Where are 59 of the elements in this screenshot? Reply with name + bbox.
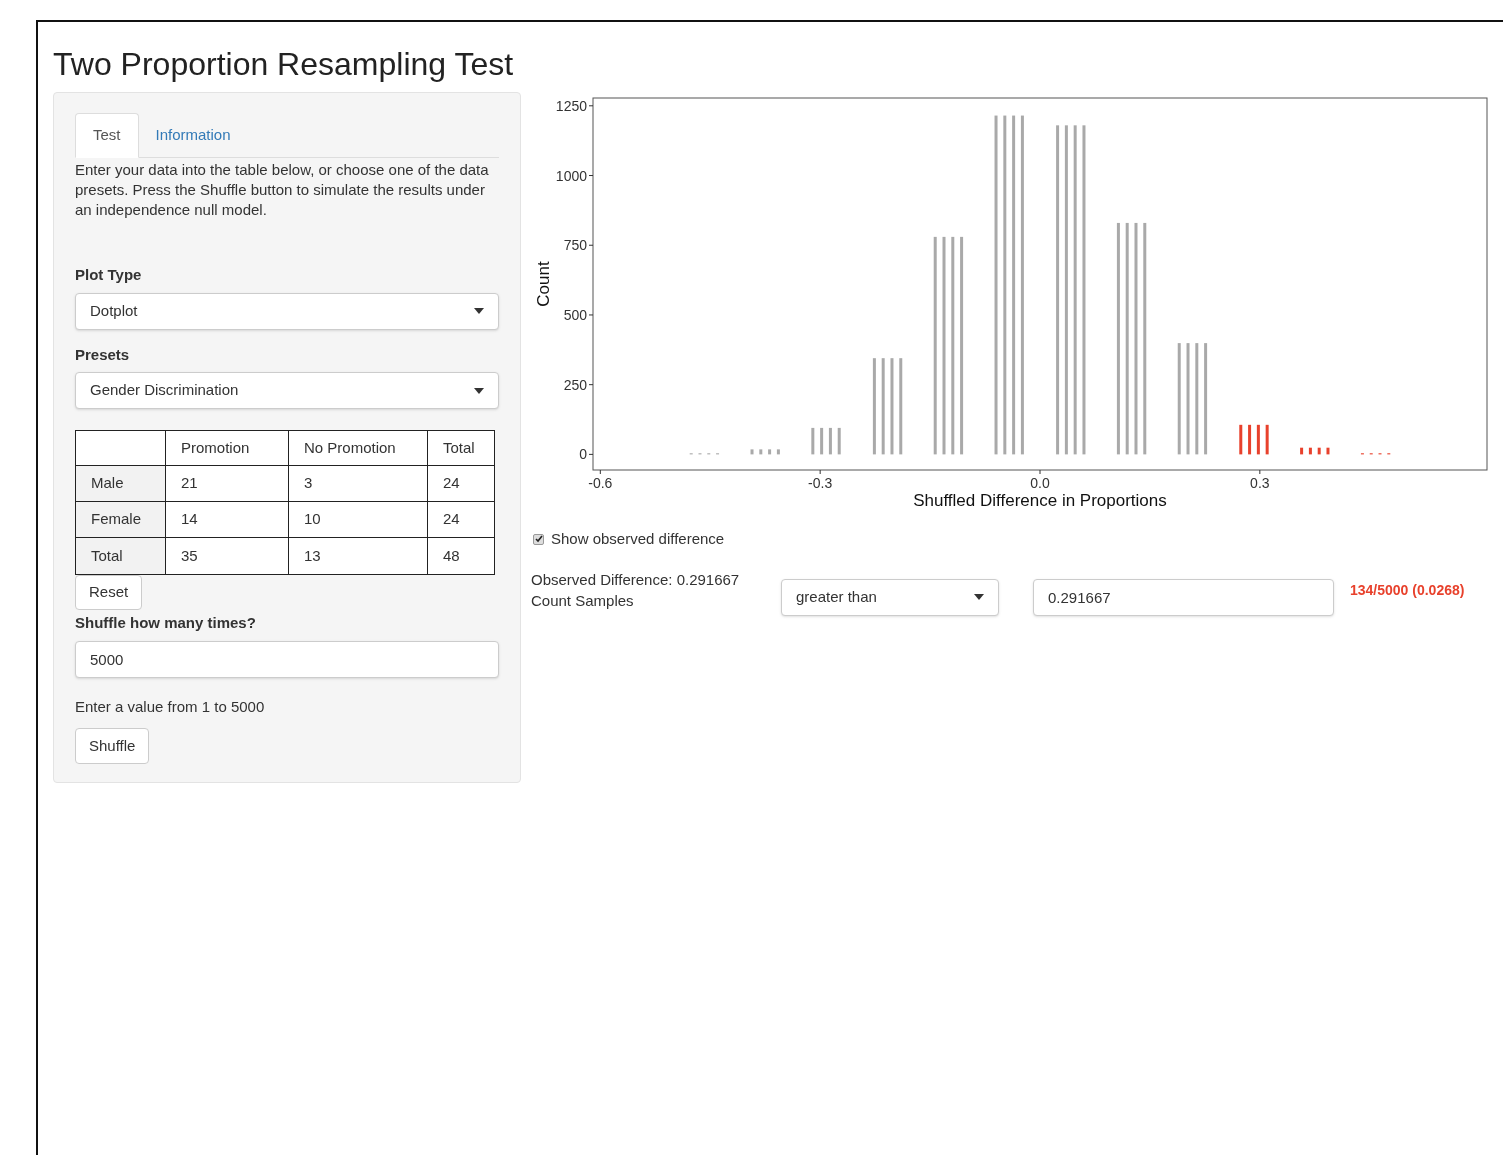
x-tick-label: 0.3 [1250, 475, 1270, 491]
caret-icon [474, 308, 484, 314]
check-icon [534, 535, 543, 544]
caret-icon [974, 594, 984, 600]
table-cell-text: 24 [442, 473, 461, 494]
y-tick-label: 500 [563, 306, 587, 323]
column-header: Promotion [166, 431, 289, 465]
dot-column [811, 427, 815, 455]
shuffle-button[interactable]: Shuffle [75, 728, 150, 764]
reset-button[interactable]: Reset [75, 575, 143, 610]
y-tick-label: 1000 [555, 167, 587, 184]
table-cell: 3 [289, 466, 428, 501]
observed-difference: Observed Difference: 0.291667 [531, 569, 741, 590]
direction-dropdown[interactable]: greater than [781, 578, 999, 616]
table-cell: 14 [166, 502, 289, 537]
column-header: Total [442, 437, 476, 458]
dot-column [828, 427, 832, 455]
y-tick-label: 250 [563, 376, 587, 393]
y-axis-title: Count [534, 261, 553, 307]
x-axis-title: Shuffled Difference in Proportions [913, 491, 1167, 510]
shuffle-count-field[interactable]: 5000 [75, 640, 499, 678]
column-header: No Promotion [289, 431, 428, 465]
field-label: Shuffle how many times? [75, 613, 257, 633]
checkbox[interactable] [533, 533, 544, 545]
x-tick-label: 0.0 [1030, 475, 1050, 491]
x-tick-label: -0.3 [808, 475, 833, 491]
tab[interactable]: Information [138, 113, 248, 157]
table-cell: 10 [289, 502, 428, 537]
field-label: Plot Type [75, 265, 143, 285]
caret-icon [474, 387, 484, 394]
hint-text: Enter a value from 1 to 5000 [75, 696, 266, 717]
dot-column [1239, 424, 1243, 455]
dot-column [1256, 424, 1260, 455]
table-cell-text: 48 [442, 545, 461, 566]
dot-column [1265, 424, 1269, 455]
page-title: Two Proportion Resampling Test [53, 45, 515, 84]
y-tick-label: 750 [563, 237, 587, 254]
tab[interactable]: Test [75, 113, 139, 158]
table-cell: 13 [289, 538, 428, 574]
table-cell: 21 [166, 466, 289, 501]
dot-column [1248, 424, 1252, 455]
row-header: Male [76, 466, 166, 501]
table-cell: 35 [166, 538, 289, 574]
row-header: Female [76, 502, 166, 537]
table-cell-text: 24 [442, 509, 461, 530]
dot-column [837, 427, 841, 455]
row-header: Total [76, 538, 166, 574]
field-label: Presets [75, 344, 131, 365]
intro-text: Enter your data into the table below, or choose one of the data presets. Press the Shuffle button to simulate the results under an independence null model. [75, 160, 490, 220]
threshold-field[interactable]: 0.291667 [1033, 578, 1334, 616]
dot-column [820, 427, 824, 455]
y-tick-label: 0 [579, 446, 587, 463]
result-text: 134/5000 (0.0268) [1350, 580, 1465, 600]
y-tick-label: 1250 [555, 97, 587, 114]
count-samples-label: Count Samples [531, 590, 635, 611]
presets-dropdown[interactable]: Gender Discrimination [75, 372, 499, 409]
x-tick-label: -0.6 [588, 475, 613, 491]
checkbox-label: Show observed difference [551, 529, 725, 549]
plot-type-dropdown[interactable]: Dotplot [75, 292, 499, 330]
